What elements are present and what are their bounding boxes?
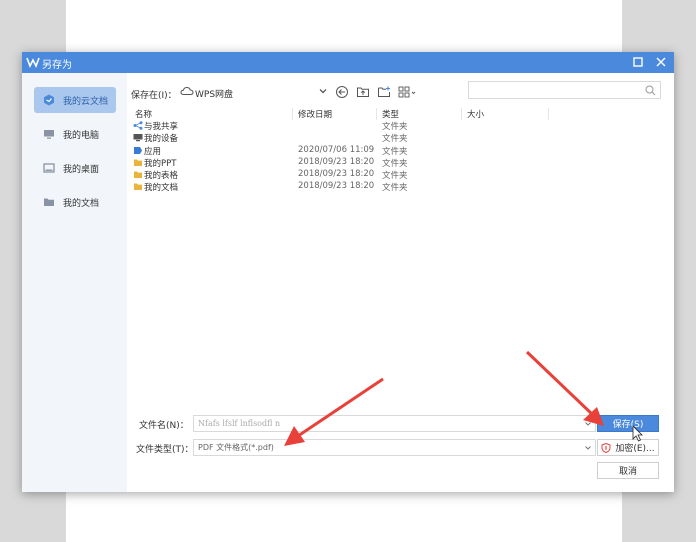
column-divider <box>376 108 377 120</box>
desktop-icon <box>43 162 55 174</box>
location-label: 保存在(I)： <box>131 91 177 101</box>
column-header-name[interactable]: 名称 <box>135 108 152 120</box>
wps-logo-icon <box>26 57 40 68</box>
column-header-type[interactable]: 类型 <box>382 108 399 120</box>
chevron-down-icon[interactable] <box>584 444 592 452</box>
column-divider <box>548 108 549 120</box>
cancel-button-label: 取消 <box>618 467 637 477</box>
close-icon[interactable] <box>654 55 668 69</box>
sidebar-item-label: 我的文档 <box>63 198 100 209</box>
file-type: 文件夹 <box>382 158 408 169</box>
filename-label: 文件名(N)： <box>139 421 189 431</box>
up-folder-icon[interactable] <box>356 85 370 99</box>
folder-icon <box>134 159 142 166</box>
filetype-label: 文件类型(T)： <box>136 445 194 455</box>
list-item[interactable]: 与我共享 文件夹 <box>132 120 552 132</box>
title-bar[interactable]: 另存为 <box>22 52 674 73</box>
save-button-label: 保存(S) <box>612 420 644 430</box>
column-divider <box>292 108 293 120</box>
encrypt-button[interactable]: 加密(E)... <box>597 439 659 456</box>
column-header-size[interactable]: 大小 <box>467 108 484 120</box>
sidebar: 我的云文档 我的电脑 我的桌面 我的文档 <box>22 73 127 492</box>
column-header-date[interactable]: 修改日期 <box>298 108 332 120</box>
file-type: 文件夹 <box>382 134 408 145</box>
file-name: 应用 <box>144 146 162 157</box>
list-item[interactable]: 我的PPT 2018/09/23 18:20 文件夹 <box>132 157 552 169</box>
maximize-icon[interactable] <box>631 55 645 69</box>
save-as-dialog: 另存为 我的云文档 我的电脑 我的桌面 我的文档 保存在(I)： WPS网盘 名… <box>22 52 674 492</box>
folder-icon <box>134 171 142 179</box>
sidebar-item-cloud-docs[interactable]: 我的云文档 <box>34 87 116 113</box>
sidebar-item-label: 我的云文档 <box>63 96 109 107</box>
shield-icon <box>601 442 611 453</box>
filetype-value: PDF 文件格式(*.pdf) <box>198 443 274 452</box>
file-date: 2018/09/23 18:20 <box>298 181 375 192</box>
save-button[interactable]: 保存(S) <box>597 415 659 432</box>
file-name: 我的设备 <box>144 134 179 145</box>
device-icon <box>133 134 143 142</box>
file-name: 我的PPT <box>144 158 177 169</box>
dialog-title: 另存为 <box>42 60 72 71</box>
computer-icon <box>43 128 55 140</box>
sidebar-item-label: 我的电脑 <box>63 130 100 141</box>
list-item[interactable]: 应用 2020/07/06 11:09 文件夹 <box>132 145 552 157</box>
file-browser: 保存在(I)： WPS网盘 名称 修改日期 类型 大小 与我共享 文件夹 我的设… <box>127 73 674 492</box>
file-name: 与我共享 <box>144 122 179 132</box>
folder-icon <box>43 196 55 208</box>
cloud-doc-icon <box>43 94 55 106</box>
list-item[interactable]: 我的表格 2018/09/23 18:20 文件夹 <box>132 169 552 181</box>
sidebar-item-label: 我的桌面 <box>63 164 100 175</box>
column-divider <box>461 108 462 120</box>
file-type: 文件夹 <box>382 183 408 194</box>
file-date: 2018/09/23 18:20 <box>298 156 375 167</box>
file-date: 2018/09/23 18:20 <box>298 169 375 180</box>
file-name: 我的文档 <box>144 183 179 194</box>
file-name: 我的表格 <box>144 171 179 182</box>
filename-input[interactable] <box>194 416 572 431</box>
app-icon <box>134 146 142 154</box>
chevron-down-icon[interactable] <box>318 86 328 96</box>
new-folder-icon[interactable] <box>377 85 391 99</box>
chevron-down-icon[interactable] <box>584 420 592 428</box>
share-icon <box>133 121 143 130</box>
filetype-select[interactable]: PDF 文件格式(*.pdf) <box>193 439 596 456</box>
cloud-icon <box>180 86 194 95</box>
folder-icon <box>134 183 142 191</box>
sidebar-item-my-computer[interactable]: 我的电脑 <box>34 121 116 147</box>
file-type: 文件夹 <box>382 122 408 132</box>
view-mode-icon[interactable] <box>398 85 418 99</box>
list-item[interactable]: 我的设备 文件夹 <box>132 132 552 144</box>
filename-field[interactable] <box>193 415 596 432</box>
cancel-button[interactable]: 取消 <box>597 462 659 479</box>
search-input[interactable] <box>469 82 647 98</box>
file-type: 文件夹 <box>382 171 408 182</box>
encrypt-button-label: 加密(E)... <box>615 444 655 454</box>
list-item[interactable]: 我的文档 2018/09/23 18:20 文件夹 <box>132 181 552 193</box>
search-box[interactable] <box>468 81 661 99</box>
location-select[interactable]: WPS网盘 <box>195 87 233 100</box>
back-icon[interactable] <box>335 85 349 99</box>
search-icon[interactable] <box>645 85 656 96</box>
file-list: 与我共享 文件夹 我的设备 文件夹 应用 2020/07/06 11:09 文件… <box>132 120 552 194</box>
sidebar-item-my-desktop[interactable]: 我的桌面 <box>34 155 116 181</box>
file-type: 文件夹 <box>382 146 408 157</box>
file-date: 2020/07/06 11:09 <box>298 144 375 155</box>
sidebar-item-my-documents[interactable]: 我的文档 <box>34 189 116 215</box>
